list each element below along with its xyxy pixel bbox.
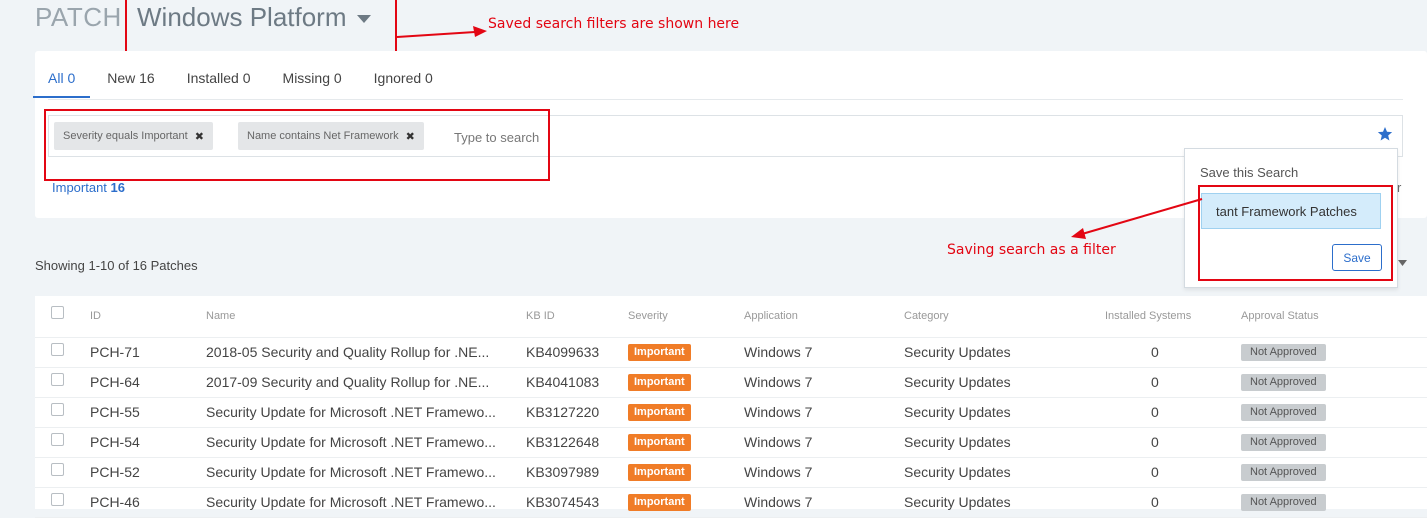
- select-all-checkbox[interactable]: [51, 306, 64, 319]
- approval-badge: Not Approved: [1241, 494, 1326, 511]
- severity-badge: Important: [628, 464, 691, 481]
- approval-badge: Not Approved: [1241, 344, 1326, 361]
- category: Security Updates: [904, 344, 1011, 360]
- row-checkbox[interactable]: [51, 463, 64, 476]
- severity-badge: Important: [628, 344, 691, 361]
- column-header-id[interactable]: ID: [90, 310, 101, 322]
- patch-id: PCH-71: [90, 344, 140, 360]
- column-header-kb[interactable]: KB ID: [526, 310, 555, 322]
- star-icon[interactable]: [1377, 126, 1393, 142]
- truncated-link-text: r: [1397, 180, 1402, 195]
- annotation-arrow-left: [1071, 198, 1203, 239]
- annotation-box-save: [1198, 185, 1393, 281]
- row-divider: [35, 397, 1427, 398]
- annotation-box-platform: [125, 0, 397, 56]
- approval-badge: Not Approved: [1241, 404, 1326, 421]
- patch-id: PCH-46: [90, 494, 140, 510]
- kb-id: KB3097989: [526, 464, 600, 480]
- installed-systems: 0: [1151, 494, 1159, 510]
- row-divider: [35, 367, 1427, 368]
- installed-systems: 0: [1151, 374, 1159, 390]
- category: Security Updates: [904, 374, 1011, 390]
- application: Windows 7: [744, 404, 813, 420]
- patch-name[interactable]: Security Update for Microsoft .NET Frame…: [206, 404, 518, 420]
- application: Windows 7: [744, 434, 813, 450]
- row-divider: [35, 487, 1427, 488]
- header-divider: [35, 337, 1427, 338]
- tab-installed[interactable]: Installed 0: [187, 70, 251, 98]
- category: Security Updates: [904, 434, 1011, 450]
- installed-systems: 0: [1151, 404, 1159, 420]
- column-header-name[interactable]: Name: [206, 310, 235, 322]
- row-checkbox[interactable]: [51, 373, 64, 386]
- facet-label: Important: [52, 180, 107, 195]
- chevron-down-icon[interactable]: [1398, 260, 1408, 267]
- column-header-category[interactable]: Category: [904, 310, 949, 322]
- column-header-application[interactable]: Application: [744, 310, 798, 322]
- severity-badge: Important: [628, 374, 691, 391]
- installed-systems: 0: [1151, 344, 1159, 360]
- annotation-arrow-right: [396, 26, 487, 38]
- patch-name[interactable]: Security Update for Microsoft .NET Frame…: [206, 434, 518, 450]
- search-input[interactable]: [452, 122, 1156, 152]
- row-checkbox[interactable]: [51, 403, 64, 416]
- patch-name[interactable]: Security Update for Microsoft .NET Frame…: [206, 464, 518, 480]
- patch-id: PCH-64: [90, 374, 140, 390]
- severity-badge: Important: [628, 494, 691, 511]
- severity-facet[interactable]: Important 16: [52, 180, 125, 195]
- annotation-box-filters: [44, 109, 550, 181]
- column-header-approval[interactable]: Approval Status: [1241, 310, 1319, 322]
- tabs-divider: [48, 99, 1403, 100]
- page-title: PATCH: [35, 2, 122, 32]
- row-checkbox[interactable]: [51, 343, 64, 356]
- approval-badge: Not Approved: [1241, 434, 1326, 451]
- patch-id: PCH-55: [90, 404, 140, 420]
- severity-badge: Important: [628, 434, 691, 451]
- row-divider: [35, 457, 1427, 458]
- installed-systems: 0: [1151, 434, 1159, 450]
- approval-badge: Not Approved: [1241, 374, 1326, 391]
- tab-bar: All 0 New 16 Installed 0 Missing 0 Ignor…: [33, 70, 465, 98]
- popover-title: Save this Search: [1200, 165, 1299, 180]
- application: Windows 7: [744, 464, 813, 480]
- tab-ignored[interactable]: Ignored 0: [374, 70, 433, 98]
- annotation-saving: Saving search as a filter: [947, 242, 1116, 258]
- application: Windows 7: [744, 374, 813, 390]
- installed-systems: 0: [1151, 464, 1159, 480]
- kb-id: KB3074543: [526, 494, 600, 510]
- tab-missing[interactable]: Missing 0: [283, 70, 342, 98]
- category: Security Updates: [904, 464, 1011, 480]
- row-divider: [35, 427, 1427, 428]
- patch-name[interactable]: Security Update for Microsoft .NET Frame…: [206, 494, 518, 510]
- kb-id: KB3122648: [526, 434, 600, 450]
- approval-badge: Not Approved: [1241, 464, 1326, 481]
- kb-id: KB3127220: [526, 404, 600, 420]
- patch-id: PCH-52: [90, 464, 140, 480]
- row-checkbox[interactable]: [51, 493, 64, 506]
- results-summary: Showing 1-10 of 16 Patches: [35, 258, 198, 273]
- severity-badge: Important: [628, 404, 691, 421]
- kb-id: KB4099633: [526, 344, 600, 360]
- annotation-saved-filters: Saved search filters are shown here: [488, 16, 740, 32]
- application: Windows 7: [744, 494, 813, 510]
- category: Security Updates: [904, 494, 1011, 510]
- category: Security Updates: [904, 404, 1011, 420]
- facet-count: 16: [110, 180, 126, 195]
- column-header-installed[interactable]: Installed Systems: [1105, 310, 1191, 322]
- row-checkbox[interactable]: [51, 433, 64, 446]
- column-header-severity[interactable]: Severity: [628, 310, 668, 322]
- tab-all[interactable]: All 0: [33, 70, 91, 98]
- patch-name[interactable]: 2018-05 Security and Quality Rollup for …: [206, 344, 518, 360]
- patch-name[interactable]: 2017-09 Security and Quality Rollup for …: [206, 374, 518, 390]
- tab-new[interactable]: New 16: [107, 70, 154, 98]
- patch-id: PCH-54: [90, 434, 140, 450]
- application: Windows 7: [744, 344, 813, 360]
- kb-id: KB4041083: [526, 374, 600, 390]
